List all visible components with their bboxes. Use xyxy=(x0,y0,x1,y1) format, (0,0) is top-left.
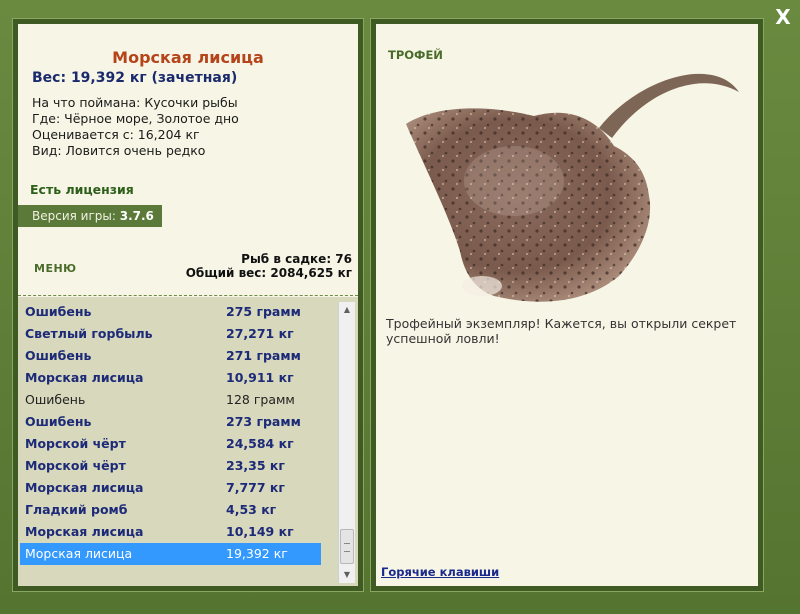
list-item[interactable]: Гладкий ромб 4,53 кг xyxy=(20,499,321,521)
catch-name: Морская лисица xyxy=(25,546,133,561)
ray-highlight xyxy=(464,146,564,216)
scrollbar-thumb[interactable] xyxy=(340,529,354,564)
catch-weight: 275 грамм xyxy=(226,304,301,319)
scroll-down-button[interactable]: ▼ xyxy=(339,567,355,583)
catch-weight: 19,392 кг xyxy=(226,546,288,561)
stingray-image xyxy=(406,73,739,302)
catch-name: Гладкий ромб xyxy=(25,502,128,517)
catch-weight: 273 грамм xyxy=(226,414,301,429)
catch-weight: 128 грамм xyxy=(226,392,295,407)
list-item[interactable]: Светлый горбыль 27,271 кг xyxy=(20,323,321,345)
rarity-info: Вид: Ловится очень редко xyxy=(32,143,206,158)
catch-name: Морской чёрт xyxy=(25,458,126,473)
version-value: 3.7.6 xyxy=(119,209,154,223)
trophy-panel: ТРОФЕЙ Трофейный экземпляр! Кажется, вы … xyxy=(376,24,758,586)
list-item[interactable]: Ошибень 273 грамм xyxy=(20,411,321,433)
catch-name: Морской чёрт xyxy=(25,436,126,451)
total-weight: Общий вес: 2084,625 кг xyxy=(185,266,352,280)
list-item[interactable]: Морская лисица 10,911 кг xyxy=(20,367,321,389)
catch-weight: 10,149 кг xyxy=(226,524,294,539)
location-info: Где: Чёрное море, Золотое дно xyxy=(32,111,239,126)
catch-weight: 7,777 кг xyxy=(226,480,285,495)
fish-info-panel: Морская лисица Вес: 19,392 кг (зачетная)… xyxy=(18,24,358,586)
catch-weight: 27,271 кг xyxy=(226,326,294,341)
version-label: Версия игры: xyxy=(32,209,120,223)
catch-weight: 4,53 кг xyxy=(226,502,277,517)
catch-name: Ошибень xyxy=(25,414,92,429)
catch-list-scrollbar[interactable]: ▲ ▼ xyxy=(338,302,355,583)
catch-weight: 271 грамм xyxy=(226,348,301,363)
catch-name: Морская лисица xyxy=(25,370,144,385)
close-button[interactable]: X xyxy=(772,6,794,28)
list-item-selected[interactable]: Морская лисица 19,392 кг xyxy=(20,543,321,565)
list-item[interactable]: Ошибень 271 грамм xyxy=(20,345,321,367)
ray-fin-tip xyxy=(462,276,502,296)
trophy-message: Трофейный экземпляр! Кажется, вы открыли… xyxy=(386,316,737,346)
tail-shape xyxy=(599,73,739,138)
bait-info: На что поймана: Кусочки рыбы xyxy=(32,95,238,110)
version-bar: Версия игры: 3.7.6 xyxy=(18,205,162,227)
hotkeys-link[interactable]: Горячие клавиши xyxy=(381,565,499,579)
catch-weight: 10,911 кг xyxy=(226,370,294,385)
fish-title: Морская лисица xyxy=(112,48,264,67)
divider xyxy=(18,295,358,296)
menu-button[interactable]: МЕНЮ xyxy=(34,262,77,275)
list-item[interactable]: Морская лисица 10,149 кг xyxy=(20,521,321,543)
catch-weight: 24,584 кг xyxy=(226,436,294,451)
license-status: Есть лицензия xyxy=(30,182,134,197)
keepnet-stats: Рыб в садке: 76 Общий вес: 2084,625 кг xyxy=(186,252,352,280)
catch-name: Морская лисица xyxy=(25,480,144,495)
catch-name: Ошибень xyxy=(25,392,86,407)
scroll-up-button[interactable]: ▲ xyxy=(339,302,355,318)
catch-weight: 23,35 кг xyxy=(226,458,285,473)
catch-name: Светлый горбыль xyxy=(25,326,153,341)
catch-name: Морская лисица xyxy=(25,524,144,539)
value-info: Оценивается с: 16,204 кг xyxy=(32,127,200,142)
catch-name: Ошибень xyxy=(25,304,92,319)
list-item[interactable]: Ошибень 275 грамм xyxy=(20,301,321,323)
list-item[interactable]: Морской чёрт 24,584 кг xyxy=(20,433,321,455)
list-item[interactable]: Морская лисица 7,777 кг xyxy=(20,477,321,499)
list-item[interactable]: Морской чёрт 23,35 кг xyxy=(20,455,321,477)
catch-name: Ошибень xyxy=(25,348,92,363)
catch-list[interactable]: Ошибень 275 грамм Светлый горбыль 27,271 кг… xyxy=(18,297,358,586)
list-item[interactable]: Ошибень 128 грамм xyxy=(20,389,321,411)
fish-weight: Вес: 19,392 кг (зачетная) xyxy=(32,70,238,86)
fish-count: Рыб в садке: 76 xyxy=(241,252,352,266)
